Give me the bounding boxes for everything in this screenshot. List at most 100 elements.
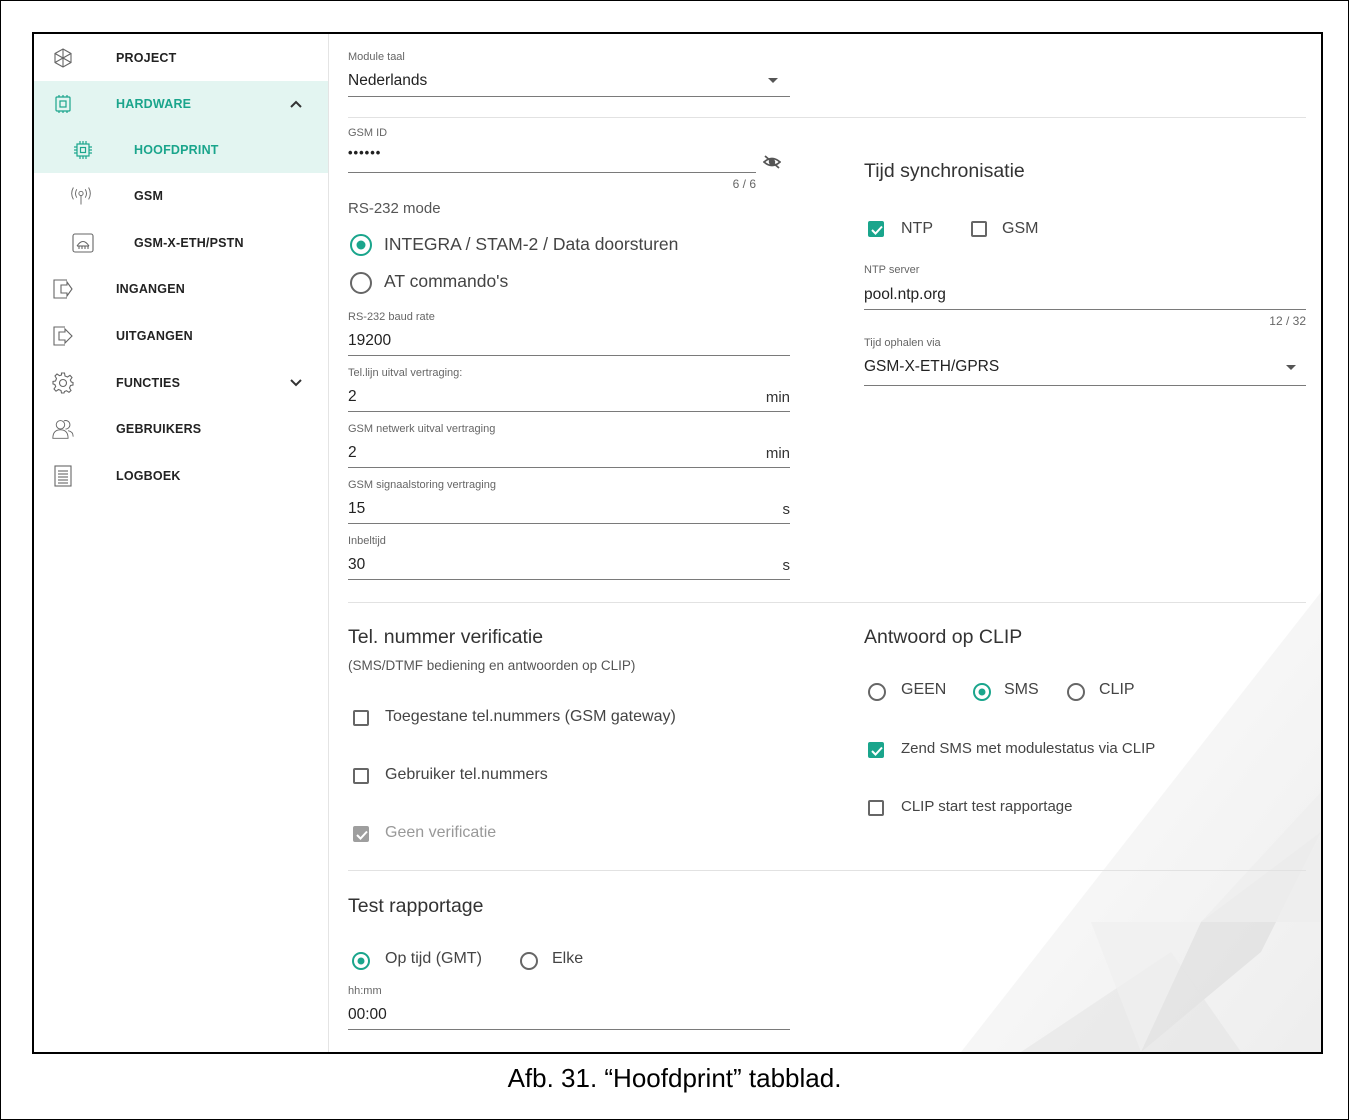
time-via-select[interactable]: GSM-X-ETH/GPRS bbox=[864, 358, 999, 376]
inbeltijd-label: Inbeltijd bbox=[348, 535, 386, 547]
sms-status-label[interactable]: Zend SMS met modulestatus via CLIP bbox=[901, 740, 1155, 757]
no-verification-checkbox bbox=[353, 826, 369, 842]
field-underline bbox=[348, 1029, 790, 1030]
sidebar-item-hoofdprint[interactable]: HOOFDPRINT bbox=[34, 127, 328, 173]
field-underline bbox=[348, 523, 790, 524]
sms-status-checkbox[interactable] bbox=[868, 742, 884, 758]
user-numbers-label[interactable]: Gebruiker tel.nummers bbox=[385, 766, 548, 784]
clip-geen-label[interactable]: GEEN bbox=[901, 681, 946, 699]
figure-caption: Afb. 31. “Hoofdprint” tabblad. bbox=[507, 1063, 842, 1093]
clip-clip-label[interactable]: CLIP bbox=[1099, 681, 1135, 699]
field-underline bbox=[348, 172, 756, 173]
test-time-label: hh:mm bbox=[348, 985, 382, 997]
chevron-up-icon[interactable] bbox=[288, 96, 304, 112]
baud-rate-input[interactable]: 19200 bbox=[348, 332, 391, 350]
sidebar-item-label: PROJECT bbox=[116, 51, 177, 65]
gsm-net-delay-label: GSM netwerk uitval vertraging bbox=[348, 423, 496, 435]
rs232-at-radio[interactable] bbox=[350, 272, 372, 294]
rs232-integra-label[interactable]: INTEGRA / STAM-2 / Data doorsturen bbox=[384, 234, 678, 255]
test-elke-label[interactable]: Elke bbox=[552, 950, 583, 968]
gsm-id-input[interactable]: •••••• bbox=[348, 145, 381, 160]
sidebar-item-label: LOGBOEK bbox=[116, 469, 181, 483]
clip-geen-radio[interactable] bbox=[868, 683, 886, 701]
sidebar-item-project[interactable]: PROJECT bbox=[34, 35, 328, 81]
clip-title: Antwoord op CLIP bbox=[864, 626, 1023, 648]
clip-sms-label[interactable]: SMS bbox=[1004, 681, 1039, 699]
caret-down-icon[interactable] bbox=[1286, 365, 1296, 370]
gear-icon bbox=[52, 372, 74, 394]
user-numbers-checkbox[interactable] bbox=[353, 768, 369, 784]
time-via-label: Tijd ophalen via bbox=[864, 337, 941, 349]
ntp-checkbox[interactable] bbox=[868, 221, 884, 237]
test-ontime-radio[interactable] bbox=[352, 952, 370, 970]
clip-test-checkbox[interactable] bbox=[868, 800, 884, 816]
caret-down-icon[interactable] bbox=[768, 78, 778, 83]
gsm-sync-checkbox[interactable] bbox=[971, 221, 987, 237]
field-underline bbox=[348, 579, 790, 580]
sidebar-item-gsm-x-eth-pstn[interactable]: GSM-X-ETH/PSTN bbox=[34, 220, 328, 266]
gsm-sync-label[interactable]: GSM bbox=[1002, 220, 1038, 238]
test-time-input[interactable]: 00:00 bbox=[348, 1006, 387, 1024]
antenna-icon bbox=[70, 185, 92, 207]
no-verification-label: Geen verificatie bbox=[385, 824, 497, 841]
field-underline bbox=[348, 96, 790, 97]
ntp-server-counter: 12 / 32 bbox=[1269, 314, 1306, 328]
clip-test-label[interactable]: CLIP start test rapportage bbox=[901, 798, 1072, 815]
field-underline bbox=[864, 385, 1306, 386]
section-divider bbox=[348, 602, 1306, 603]
sidebar-item-uitgangen[interactable]: UITGANGEN bbox=[34, 313, 328, 359]
gsm-id-label: GSM ID bbox=[348, 127, 388, 139]
test-report-title: Test rapportage bbox=[348, 895, 484, 917]
ntp-label[interactable]: NTP bbox=[901, 220, 933, 238]
rs232-integra-radio[interactable] bbox=[350, 234, 372, 256]
field-underline bbox=[348, 467, 790, 468]
gsm-signal-delay-unit: s bbox=[782, 501, 791, 518]
inbeltijd-input[interactable]: 30 bbox=[348, 556, 365, 574]
input-icon bbox=[52, 278, 74, 300]
clip-sms-radio[interactable] bbox=[973, 683, 991, 701]
sidebar-item-logboek[interactable]: LOGBOEK bbox=[34, 453, 328, 499]
clip-clip-radio[interactable] bbox=[1067, 683, 1085, 701]
allowed-numbers-label[interactable]: Toegestane tel.nummers (GSM gateway) bbox=[385, 708, 676, 726]
sidebar-item-label: UITGANGEN bbox=[116, 329, 193, 343]
module-taal-select[interactable]: Nederlands bbox=[348, 72, 427, 90]
gsm-signal-delay-input[interactable]: 15 bbox=[348, 500, 365, 518]
rs232-at-label[interactable]: AT commando's bbox=[384, 271, 508, 292]
gsm-net-delay-unit: min bbox=[765, 445, 790, 462]
tel-delay-label: Tel.lijn uitval vertraging: bbox=[348, 367, 463, 379]
sidebar-item-ingangen[interactable]: INGANGEN bbox=[34, 266, 328, 312]
test-ontime-label[interactable]: Op tijd (GMT) bbox=[385, 950, 482, 968]
ntp-server-label: NTP server bbox=[864, 264, 920, 276]
output-icon bbox=[52, 325, 74, 347]
baud-rate-label: RS-232 baud rate bbox=[348, 311, 435, 323]
sidebar-item-gebruikers[interactable]: GEBRUIKERS bbox=[34, 406, 328, 452]
chip-icon bbox=[52, 93, 74, 115]
sidebar-item-gsm[interactable]: GSM bbox=[34, 173, 328, 219]
sidebar-item-label: GSM-X-ETH/PSTN bbox=[134, 236, 244, 250]
ntp-server-input[interactable]: pool.ntp.org bbox=[864, 286, 946, 304]
gsm-net-delay-input[interactable]: 2 bbox=[348, 444, 357, 462]
verification-subtitle: (SMS/DTMF bediening en antwoorden op CLI… bbox=[348, 658, 636, 673]
sidebar-item-functies[interactable]: FUNCTIES bbox=[34, 360, 328, 406]
sidebar-item-hardware[interactable]: HARDWARE bbox=[34, 81, 328, 127]
users-icon bbox=[52, 418, 74, 440]
allowed-numbers-checkbox[interactable] bbox=[353, 710, 369, 726]
sidebar-item-label: HOOFDPRINT bbox=[134, 143, 219, 157]
module-icon bbox=[72, 232, 94, 254]
module-taal-label: Module taal bbox=[348, 51, 405, 63]
sidebar: PROJECT HARDWARE HOOFDPRINT GSM GSM-X-ET… bbox=[34, 34, 329, 1052]
chevron-down-icon[interactable] bbox=[288, 375, 304, 391]
sidebar-item-label: GSM bbox=[134, 189, 164, 203]
sidebar-item-label: GEBRUIKERS bbox=[116, 422, 202, 436]
tel-delay-input[interactable]: 2 bbox=[348, 388, 357, 406]
eye-off-icon[interactable] bbox=[762, 152, 782, 172]
field-underline bbox=[348, 355, 790, 356]
verification-title: Tel. nummer verificatie bbox=[348, 626, 544, 648]
section-divider bbox=[348, 117, 1306, 118]
main-panel: Module taal Nederlands GSM ID •••••• 6 /… bbox=[330, 34, 1321, 1052]
field-underline bbox=[864, 309, 1306, 310]
sidebar-item-label: FUNCTIES bbox=[116, 376, 181, 390]
gsm-id-counter: 6 / 6 bbox=[732, 177, 756, 191]
document-icon bbox=[52, 465, 74, 487]
test-elke-radio[interactable] bbox=[520, 952, 538, 970]
